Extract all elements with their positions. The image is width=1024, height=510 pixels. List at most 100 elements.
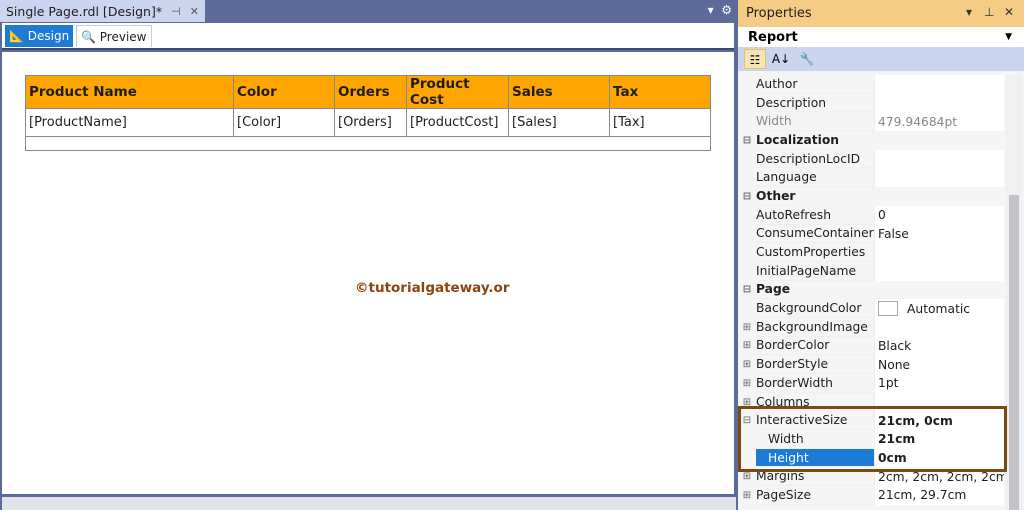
document-tab[interactable]: Single Page.rdl [Design]* ⊣ ✕	[0, 0, 205, 22]
property-row[interactable]: AutoRefresh 0	[738, 205, 1004, 225]
property-value[interactable]: None	[874, 355, 1004, 374]
property-name: PageSize	[756, 486, 874, 505]
properties-toolbar: ☷ A↓ 🔧	[738, 47, 1024, 71]
properties-panel: Properties ▾ ⊥ ✕ Report ▼ ☷ A↓ 🔧 Author De…	[738, 0, 1024, 510]
collapse-icon[interactable]: ⊟	[738, 284, 756, 295]
property-value[interactable]	[874, 149, 1004, 169]
expand-icon[interactable]: ⊞	[738, 359, 756, 370]
property-row[interactable]: ⊞ PageSize 21cm, 29.7cm	[738, 486, 1004, 505]
expand-icon[interactable]: ⊞	[738, 490, 756, 501]
data-cell[interactable]: [Tax]	[609, 108, 711, 137]
tab-preview[interactable]: 🔍 Preview	[76, 25, 152, 47]
property-row[interactable]: CustomProperties	[738, 243, 1004, 262]
property-name: BorderWidth	[756, 374, 874, 393]
property-row[interactable]: InitialPageName	[738, 261, 1004, 281]
property-name: BackgroundImage	[756, 318, 874, 337]
collapse-icon[interactable]: ⊟	[738, 135, 756, 146]
property-name: Author	[756, 75, 874, 94]
property-value[interactable]	[874, 317, 1004, 337]
property-name: AutoRefresh	[756, 206, 874, 225]
bottom-panel	[2, 497, 736, 510]
property-row[interactable]: ConsumeContainerWhitespaceFalse	[738, 224, 1004, 244]
property-name: Width	[756, 112, 874, 132]
property-category[interactable]: ⊟ Localization	[738, 131, 1004, 150]
expand-icon[interactable]: ⊞	[738, 340, 756, 351]
tab-design[interactable]: 📐 Design	[5, 25, 74, 47]
properties-title-bar: Properties ▾ ⊥ ✕	[738, 0, 1024, 27]
property-row[interactable]: Description	[738, 93, 1004, 113]
property-name: DescriptionLocID	[756, 150, 874, 169]
chevron-down-icon: ▼	[1005, 32, 1012, 42]
data-cell[interactable]: [ProductCost]	[406, 108, 509, 137]
property-value[interactable]	[874, 93, 1004, 113]
view-toolbar: 📐 Design 🔍 Preview	[2, 23, 734, 50]
highlight-box	[738, 406, 1007, 472]
expand-icon[interactable]: ⊞	[738, 322, 756, 333]
property-value[interactable]: Automatic	[874, 299, 1004, 318]
header-cell[interactable]: Sales	[508, 75, 610, 109]
object-selector[interactable]: Report ▼	[738, 27, 1024, 47]
property-value[interactable]	[874, 168, 1004, 188]
property-value[interactable]: 0	[874, 205, 1004, 225]
expand-icon[interactable]: ⊞	[738, 378, 756, 389]
property-row[interactable]: BackgroundColor Automatic	[738, 299, 1004, 318]
property-name: Description	[756, 94, 874, 113]
property-value[interactable]: 479.94684pt	[874, 112, 1004, 132]
header-cell[interactable]: Product Cost	[406, 75, 509, 109]
alphabetical-sort-icon[interactable]: A↓	[770, 49, 792, 69]
watermark: ©tutorialgateway.or	[355, 280, 510, 296]
report-design-surface[interactable]: Product Name Color Orders Product Cost S…	[2, 52, 734, 494]
pin-icon[interactable]: ⊣	[171, 5, 181, 18]
dropdown-icon[interactable]: ▾	[708, 3, 714, 17]
property-row[interactable]: ⊞ BackgroundImage	[738, 317, 1004, 337]
property-value[interactable]: 1pt	[874, 374, 1004, 393]
table-row: [ProductName] [Color] [Orders] [ProductC…	[25, 108, 711, 137]
pin-icon[interactable]: ⊥	[984, 5, 994, 19]
property-row[interactable]: Author	[738, 75, 1004, 94]
property-name: InitialPageName	[756, 262, 874, 281]
category-label: Localization	[756, 131, 840, 150]
data-cell[interactable]: [Orders]	[334, 108, 407, 137]
dropdown-icon[interactable]: ▾	[966, 5, 972, 19]
property-value[interactable]: 21cm, 29.7cm	[874, 486, 1004, 505]
property-row[interactable]: Width 479.94684pt	[738, 112, 1004, 132]
category-label: Page	[756, 281, 791, 300]
property-name: BorderStyle	[756, 355, 874, 374]
scrollbar-thumb[interactable]	[1009, 195, 1019, 510]
document-tab-title: Single Page.rdl [Design]*	[6, 3, 163, 19]
header-cell[interactable]: Color	[233, 75, 335, 109]
property-category[interactable]: ⊟ Other	[738, 187, 1004, 206]
header-cell[interactable]: Product Name	[25, 75, 234, 109]
data-cell[interactable]: [Sales]	[508, 108, 610, 137]
property-value[interactable]	[874, 261, 1004, 281]
property-value[interactable]	[874, 75, 1004, 94]
property-value[interactable]: False	[874, 224, 1004, 244]
data-cell[interactable]: [ProductName]	[25, 108, 234, 137]
header-cell[interactable]: Orders	[334, 75, 407, 109]
collapse-icon[interactable]: ⊟	[738, 191, 756, 202]
property-name: BorderColor	[756, 337, 874, 356]
data-cell[interactable]: [Color]	[233, 108, 335, 137]
gear-icon[interactable]: ⚙	[721, 3, 732, 17]
property-row[interactable]: Language	[738, 168, 1004, 188]
property-value[interactable]: Black	[874, 336, 1004, 356]
header-cell[interactable]: Tax	[609, 75, 711, 109]
report-table[interactable]: Product Name Color Orders Product Cost S…	[25, 75, 711, 151]
property-row[interactable]: ⊞ BorderStyle None	[738, 355, 1004, 374]
design-icon: 📐	[9, 29, 24, 43]
table-footer-row	[25, 136, 711, 151]
property-name: Language	[756, 168, 874, 188]
close-icon[interactable]: ✕	[190, 5, 199, 18]
categorized-icon[interactable]: ☷	[744, 49, 766, 69]
close-icon[interactable]: ✕	[1004, 5, 1014, 19]
expand-icon[interactable]: ⊞	[738, 471, 756, 482]
property-category[interactable]: ⊟ Page	[738, 281, 1004, 300]
table-header-row: Product Name Color Orders Product Cost S…	[25, 75, 711, 109]
property-row[interactable]: ⊞ BorderColor Black	[738, 336, 1004, 356]
property-value[interactable]	[874, 243, 1004, 262]
property-row[interactable]: DescriptionLocID	[738, 149, 1004, 169]
property-row[interactable]: ⊞ BorderWidth 1pt	[738, 374, 1004, 393]
wrench-icon[interactable]: 🔧	[796, 49, 818, 69]
property-name: CustomProperties	[756, 243, 874, 262]
window-options[interactable]: ▾ ⚙	[708, 3, 732, 17]
